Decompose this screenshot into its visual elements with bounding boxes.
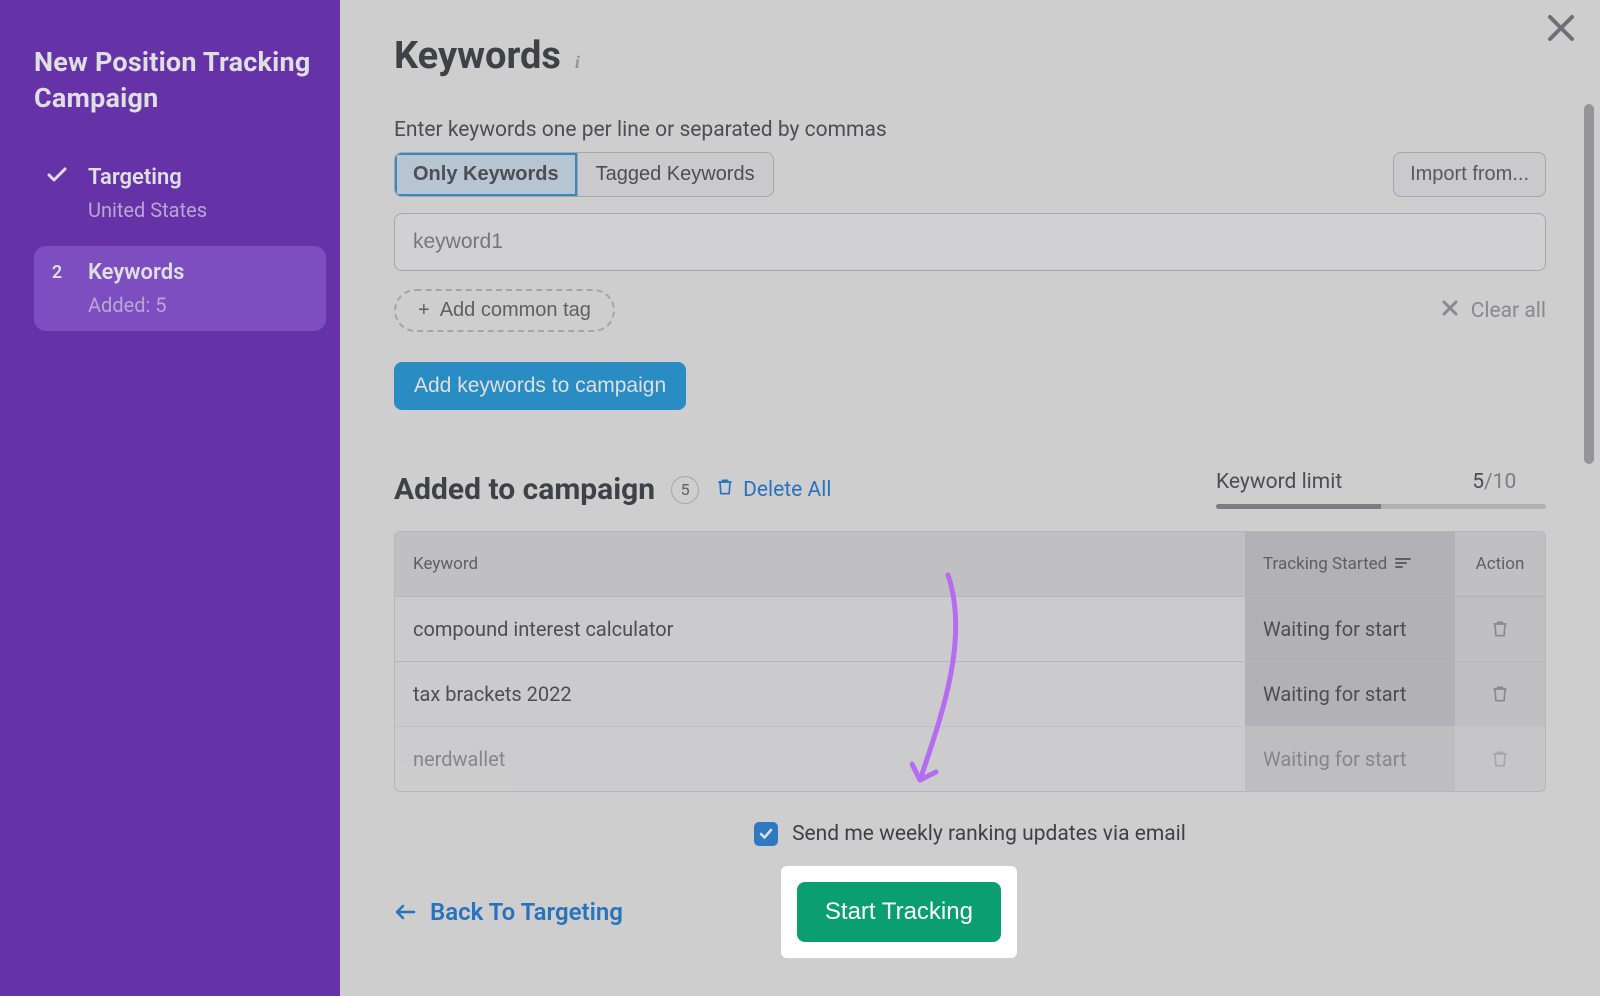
add-keywords-button[interactable]: Add keywords to campaign (394, 362, 686, 410)
start-tracking-button[interactable]: Start Tracking (797, 882, 1001, 942)
cell-keyword: nerdwallet (395, 727, 1245, 791)
delete-row-button[interactable] (1455, 662, 1545, 726)
weekly-email-checkbox[interactable]: Send me weekly ranking updates via email (754, 822, 1186, 846)
col-action: Action (1455, 532, 1545, 596)
table-row: compound interest calculator Waiting for… (395, 596, 1545, 661)
added-count-badge: 5 (671, 476, 699, 504)
limit-progress (1216, 504, 1546, 509)
cell-status: Waiting for start (1245, 662, 1455, 726)
cell-status: Waiting for start (1245, 727, 1455, 791)
arrow-left-icon (394, 898, 416, 926)
keyword-limit: Keyword limit 5/10 (1216, 470, 1546, 509)
start-tracking-highlight: Start Tracking (783, 868, 1015, 956)
cell-keyword: compound interest calculator (395, 597, 1245, 661)
cell-status: Waiting for start (1245, 597, 1455, 661)
wizard-sidebar: New Position Tracking Campaign Targeting… (0, 0, 340, 996)
delete-row-button[interactable] (1455, 597, 1545, 661)
segment-only-keywords[interactable]: Only Keywords (395, 153, 577, 196)
clear-all-button[interactable]: Clear all (1441, 299, 1546, 323)
footer: Send me weekly ranking updates via email… (340, 794, 1600, 996)
back-to-targeting-link[interactable]: Back To Targeting (394, 898, 623, 926)
info-icon[interactable]: i (575, 52, 580, 73)
helper-text: Enter keywords one per line or separated… (394, 118, 1546, 142)
checkbox-checked-icon (754, 822, 778, 846)
table-header: Keyword Tracking Started Action (395, 532, 1545, 596)
page-title: Keywords i (394, 34, 1546, 78)
wizard-step-targeting[interactable]: Targeting United States (34, 151, 326, 236)
step-label: Keywords (88, 260, 184, 285)
sort-icon (1395, 554, 1411, 574)
close-icon[interactable] (1546, 10, 1576, 50)
check-icon (44, 167, 70, 183)
col-keyword[interactable]: Keyword (395, 532, 1245, 596)
added-title: Added to campaign (394, 472, 655, 507)
scrollbar[interactable] (1584, 104, 1594, 464)
import-from-button[interactable]: Import from... (1393, 152, 1546, 197)
cell-keyword: tax brackets 2022 (395, 662, 1245, 726)
step-sublabel: Added: 5 (88, 293, 184, 317)
step-number: 2 (44, 262, 70, 283)
wizard-step-keywords[interactable]: 2 Keywords Added: 5 (34, 246, 326, 331)
keyword-mode-segment: Only Keywords Tagged Keywords (394, 152, 774, 197)
close-icon (1441, 299, 1459, 323)
add-common-tag-button[interactable]: + Add common tag (394, 289, 615, 332)
keywords-input[interactable] (394, 213, 1546, 271)
step-label: Targeting (88, 165, 207, 190)
main-panel: Keywords i Enter keywords one per line o… (340, 0, 1600, 996)
table-row: tax brackets 2022 Waiting for start (395, 661, 1545, 726)
segment-tagged-keywords[interactable]: Tagged Keywords (577, 153, 773, 196)
wizard-title: New Position Tracking Campaign (34, 44, 326, 117)
col-tracking-started[interactable]: Tracking Started (1245, 532, 1455, 596)
trash-icon (715, 477, 735, 503)
table-row: nerdwallet Waiting for start (395, 726, 1545, 791)
plus-icon: + (418, 299, 430, 322)
keywords-table: Keyword Tracking Started Action compound… (394, 531, 1546, 792)
step-sublabel: United States (88, 198, 207, 222)
delete-all-button[interactable]: Delete All (715, 477, 831, 503)
delete-row-button[interactable] (1455, 727, 1545, 791)
